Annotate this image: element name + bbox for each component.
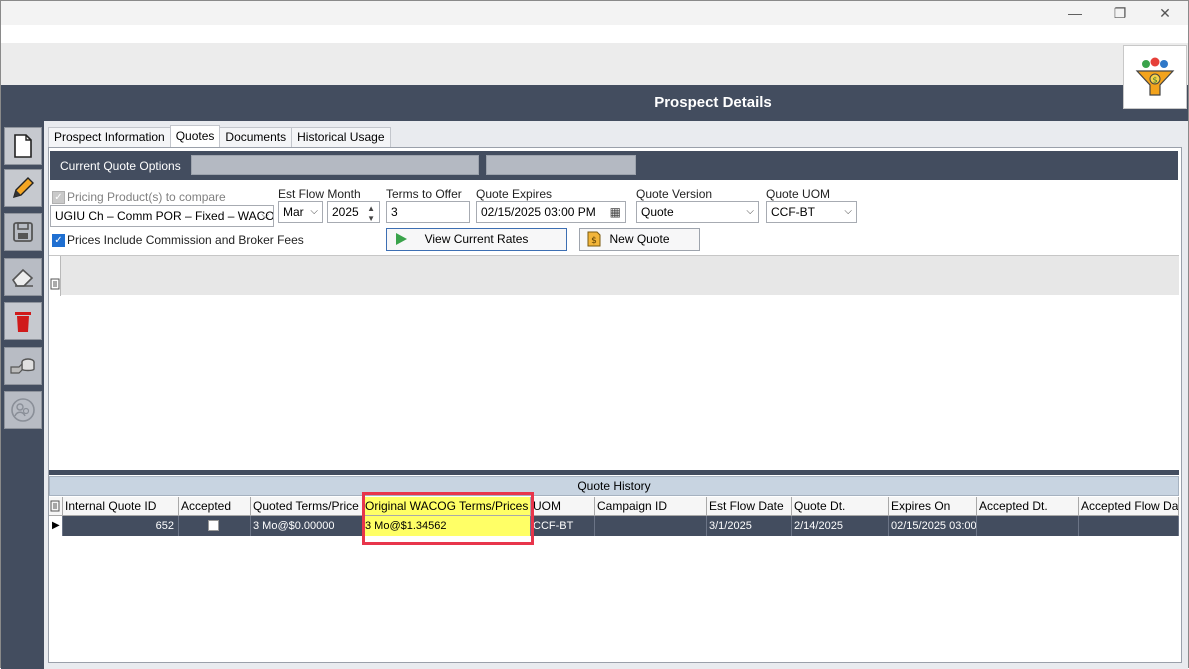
save-icon[interactable] <box>4 213 42 251</box>
est-flow-month-label: Est Flow Month <box>278 187 361 201</box>
title-bar: — ❐ ✕ <box>1 1 1188 25</box>
cell-accepted-dt[interactable] <box>977 516 1079 536</box>
spinner-down-icon[interactable]: ▼ <box>367 209 375 222</box>
column-header[interactable]: Accepted <box>179 497 251 515</box>
cell-campaign-id[interactable] <box>595 516 707 536</box>
user-circle-icon[interactable] <box>4 391 42 429</box>
new-quote-button[interactable]: $ New Quote <box>579 228 700 251</box>
quote-version-label: Quote Version <box>636 187 713 201</box>
terms-to-offer-label: Terms to Offer <box>386 187 462 201</box>
quote-uom-label: Quote UOM <box>766 187 831 201</box>
est-flow-year-value: 2025 <box>332 205 359 219</box>
quote-expires-value: 02/15/2025 03:00 PM <box>481 205 596 219</box>
column-header[interactable]: Internal Quote ID <box>63 497 179 515</box>
prices-include-label: Prices Include Commission and Broker Fee… <box>67 233 304 247</box>
pricing-products-checkbox[interactable]: ✓ <box>52 191 65 204</box>
quote-expires-datepicker[interactable]: 02/15/2025 03:00 PM ▦ <box>476 201 626 223</box>
play-icon <box>394 232 408 253</box>
pricing-products-label: Pricing Product(s) to compare <box>67 190 226 204</box>
cell-accepted-flow-date[interactable] <box>1079 516 1179 536</box>
table-row[interactable]: ▶ 652 3 Mo@$0.00000 3 Mo@$1.34562 CCF-BT… <box>49 516 1179 536</box>
est-flow-month-value: Mar <box>283 205 304 219</box>
app-logo: $ <box>1123 45 1187 109</box>
cell-internal-quote-id[interactable]: 652 <box>63 516 179 536</box>
chevron-down-icon: ⌵ <box>261 210 269 221</box>
current-quote-secondary[interactable] <box>486 155 636 175</box>
payment-icon[interactable] <box>4 347 42 385</box>
calendar-icon[interactable]: ▦ <box>610 202 621 222</box>
chevron-down-icon: ⌵ <box>746 206 754 217</box>
column-header[interactable]: Quoted Terms/Price <box>251 497 363 515</box>
chevron-down-icon: ⌵ <box>844 206 852 217</box>
cell-uom[interactable]: CCF-BT <box>531 516 595 536</box>
quote-history-title: Quote History <box>49 476 1179 496</box>
grid-column-chooser-icon[interactable] <box>49 256 61 296</box>
quote-options-grid <box>49 255 1179 296</box>
column-header[interactable]: UOM <box>531 497 595 515</box>
tab-historical-usage[interactable]: Historical Usage <box>291 127 391 147</box>
new-document-icon[interactable] <box>4 127 42 165</box>
quote-history-header: Internal Quote ID Accepted Quoted Terms/… <box>49 497 1179 516</box>
app-window: — ❐ ✕ Prospect Details $ Prospect Inform… <box>0 0 1189 669</box>
grid-column-chooser-icon[interactable] <box>49 497 63 515</box>
tab-quotes[interactable]: Quotes <box>169 125 221 147</box>
svg-text:$: $ <box>1152 76 1157 85</box>
current-quote-options-label: Current Quote Options <box>60 159 181 173</box>
minimize-icon[interactable]: — <box>1052 1 1098 25</box>
new-quote-label: New Quote <box>609 232 670 246</box>
cell-accepted[interactable] <box>179 516 251 536</box>
prices-include-checkbox[interactable]: ✓ <box>52 234 65 247</box>
current-quote-selector[interactable] <box>191 155 479 175</box>
delete-trash-icon[interactable] <box>4 302 42 340</box>
quote-version-select[interactable]: Quote ⌵ <box>636 201 759 223</box>
toolbar-strip <box>1 43 1188 85</box>
pricing-product-value: UGIU Ch – Comm POR – Fixed – WACOG <box>55 209 274 223</box>
column-header[interactable]: Est Flow Date <box>707 497 792 515</box>
quote-uom-select[interactable]: CCF-BT ⌵ <box>766 201 857 223</box>
close-icon[interactable]: ✕ <box>1142 1 1188 25</box>
pricing-product-select[interactable]: UGIU Ch – Comm POR – Fixed – WACOG ⌵ <box>50 205 274 227</box>
column-header[interactable]: Quote Dt. <box>792 497 889 515</box>
app-header: Prospect Details <box>1 85 1188 121</box>
view-current-rates-label: View Current Rates <box>424 232 529 246</box>
page-title: Prospect Details <box>654 94 772 111</box>
column-header[interactable]: Campaign ID <box>595 497 707 515</box>
eraser-icon[interactable] <box>4 258 42 296</box>
cell-quote-dt[interactable]: 2/14/2025 <box>792 516 889 536</box>
row-selector-icon[interactable]: ▶ <box>49 516 63 536</box>
cell-expires-on[interactable]: 02/15/2025 03:00 PM <box>889 516 977 536</box>
est-flow-year-spinner[interactable]: 2025 ▲ ▼ <box>327 201 380 223</box>
column-header[interactable]: Accepted Dt. <box>977 497 1079 515</box>
tab-strip: Prospect Information Quotes Documents Hi… <box>48 125 391 147</box>
view-current-rates-button[interactable]: View Current Rates <box>386 228 567 251</box>
accepted-checkbox[interactable] <box>208 520 219 531</box>
quote-version-value: Quote <box>641 205 674 219</box>
quote-uom-value: CCF-BT <box>771 205 815 219</box>
edit-pencil-icon[interactable] <box>4 169 42 207</box>
maximize-icon[interactable]: ❐ <box>1097 1 1143 25</box>
est-flow-month-select[interactable]: Mar ⌵ <box>278 201 323 223</box>
annotation-highlight-box <box>362 492 534 545</box>
section-divider <box>49 470 1179 475</box>
left-toolbar <box>1 121 44 669</box>
cell-est-flow-date[interactable]: 3/1/2025 <box>707 516 792 536</box>
funnel-logo-icon: $ <box>1135 57 1175 96</box>
terms-to-offer-input[interactable]: 3 <box>386 201 470 223</box>
chevron-down-icon: ⌵ <box>310 206 318 217</box>
svg-text:$: $ <box>591 236 597 246</box>
tab-documents[interactable]: Documents <box>219 127 293 147</box>
current-quote-options-bar: Current Quote Options <box>50 151 1178 180</box>
cell-quoted-terms[interactable]: 3 Mo@$0.00000 <box>251 516 363 536</box>
dollar-document-icon: $ <box>587 231 601 254</box>
column-header[interactable]: Expires On <box>889 497 977 515</box>
column-header[interactable]: Accepted Flow Date <box>1079 497 1179 515</box>
tab-prospect-information[interactable]: Prospect Information <box>48 127 171 147</box>
quote-expires-label: Quote Expires <box>476 187 553 201</box>
